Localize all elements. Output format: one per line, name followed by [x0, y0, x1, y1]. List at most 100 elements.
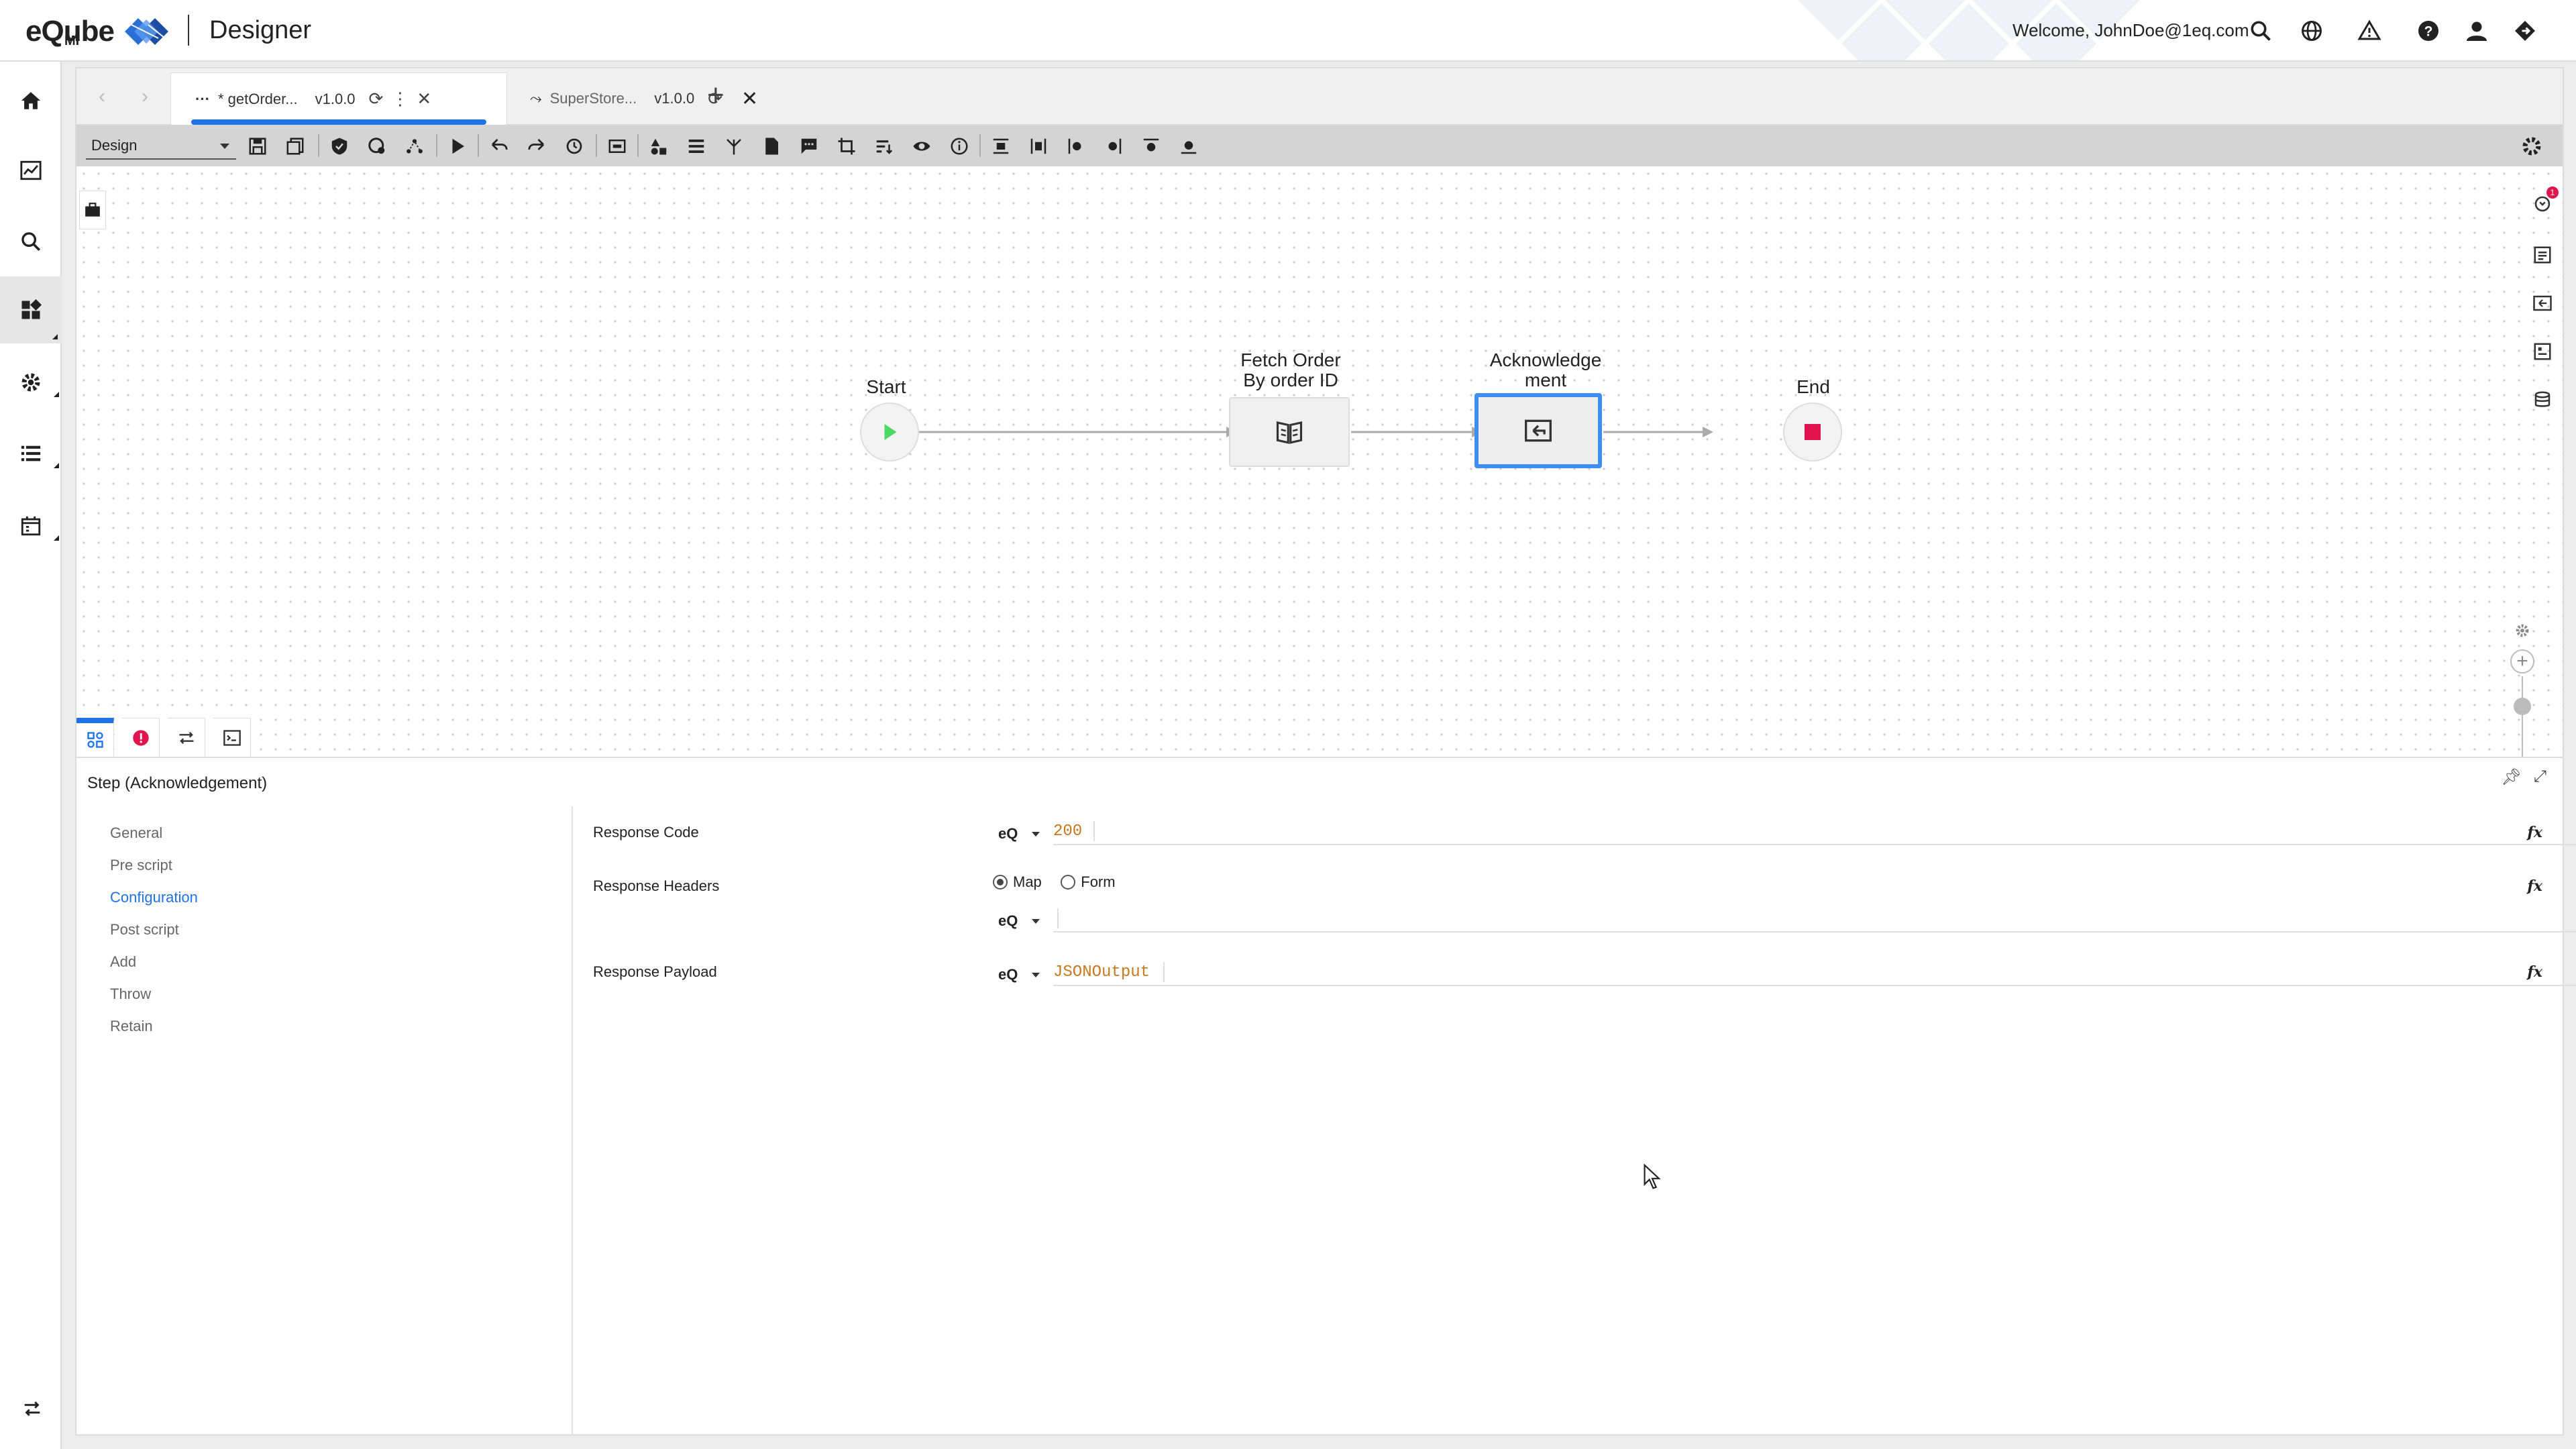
end-node[interactable] [1783, 402, 1842, 462]
close-tab-icon[interactable]: ✕ [417, 89, 431, 109]
align-top-icon[interactable] [1138, 133, 1165, 160]
nav-retain[interactable]: Retain [110, 1010, 198, 1042]
tab-forward-icon[interactable]: › [133, 85, 157, 109]
zoom-slider-handle[interactable] [2514, 698, 2531, 715]
align-left-icon[interactable] [1063, 133, 1089, 160]
search-icon[interactable] [2245, 15, 2277, 47]
response-code-fx-button[interactable]: fx [2527, 824, 2542, 841]
start-node[interactable] [860, 402, 919, 462]
nav-general[interactable]: General [110, 817, 198, 849]
response-headers-mode-select[interactable]: eQ [989, 907, 1042, 934]
align-bottom-icon[interactable] [1175, 133, 1202, 160]
add-tab-button[interactable]: + [707, 80, 724, 110]
deploy-icon[interactable] [364, 133, 390, 160]
map-radio[interactable]: Map [993, 873, 1042, 891]
filter-list-icon[interactable] [871, 133, 898, 160]
copy-icon[interactable] [282, 133, 309, 160]
welcome-text: Welcome, JohnDoe@1eq.com [2012, 20, 2249, 40]
undo-icon[interactable] [486, 133, 513, 160]
acknowledgement-node[interactable] [1474, 393, 1602, 468]
logo-mark-icon [124, 18, 168, 45]
language-icon[interactable] [2296, 15, 2328, 47]
nav-post-script[interactable]: Post script [110, 914, 198, 946]
zoom-in-button[interactable]: + [2510, 649, 2534, 674]
tab-getorder[interactable]: ··· * getOrder... v1.0.0 ⟳ ⋮ ✕ [170, 72, 507, 125]
frame-icon[interactable] [604, 133, 631, 160]
ack-node-label: Acknowledge ment [1489, 350, 1602, 390]
response-code-input[interactable]: 200 [1053, 817, 2576, 845]
search-nav-icon[interactable] [12, 223, 50, 260]
form-radio[interactable]: Form [1061, 873, 1116, 891]
home-icon[interactable] [12, 82, 50, 119]
help-icon[interactable]: ? [2412, 15, 2445, 47]
svg-text:?: ? [2424, 24, 2433, 40]
response-code-mode-select[interactable]: eQ [989, 820, 1042, 847]
tab-menu-dots-icon[interactable]: ··· [195, 91, 210, 108]
map-radio-label: Map [1013, 873, 1042, 890]
nav-add[interactable]: Add [110, 946, 198, 978]
align-right-icon[interactable] [1100, 133, 1127, 160]
designer-nav-icon[interactable] [0, 276, 62, 343]
nav-configuration[interactable]: Configuration [110, 881, 198, 914]
mode-select[interactable]: Design [86, 131, 236, 160]
header-divider [188, 15, 189, 46]
validate-icon[interactable] [326, 133, 353, 160]
errors-tab-icon[interactable] [122, 718, 160, 757]
redo-icon[interactable] [523, 133, 550, 160]
nav-pre-script[interactable]: Pre script [110, 849, 198, 881]
more-vert-icon[interactable]: ⋮ [391, 89, 409, 109]
run-icon[interactable] [444, 133, 471, 160]
nav-throw[interactable]: Throw [110, 978, 198, 1010]
comment-icon[interactable] [796, 133, 822, 160]
list-nav-icon[interactable] [12, 435, 59, 472]
app-logo[interactable]: eQube [25, 8, 178, 55]
recenter-icon[interactable] [2512, 620, 2533, 641]
document-icon[interactable] [758, 133, 785, 160]
response-headers-input[interactable] [1053, 904, 2576, 932]
save-icon[interactable] [244, 133, 271, 160]
console-tab-icon[interactable] [213, 718, 251, 757]
shapes-icon[interactable] [645, 133, 672, 160]
book-icon [1276, 421, 1303, 444]
refresh-icon[interactable]: ⟳ [369, 89, 384, 109]
fetch-order-node[interactable] [1229, 397, 1350, 467]
radio-unselected-icon [1061, 875, 1076, 890]
response-payload-mode-select[interactable]: eQ [989, 961, 1042, 987]
calendar-nav-icon[interactable] [12, 507, 59, 545]
properties-icon[interactable] [2529, 338, 2556, 365]
connect-icon[interactable] [401, 133, 428, 160]
close-tab-icon[interactable]: ✕ [741, 87, 758, 111]
response-headers-fx-button[interactable]: fx [2527, 877, 2542, 895]
response-payload-fx-button[interactable]: fx [2527, 963, 2542, 981]
user-icon[interactable] [2461, 15, 2493, 47]
branch-icon[interactable] [720, 133, 747, 160]
notifications-icon[interactable]: 1 [2529, 186, 2559, 217]
visibility-icon[interactable] [908, 133, 935, 160]
logout-icon[interactable] [2509, 15, 2541, 47]
details-icon[interactable] [2529, 241, 2556, 268]
expand-icon[interactable]: ⤢ [2534, 767, 2546, 787]
preview-icon[interactable] [2529, 290, 2556, 317]
info-icon[interactable] [946, 133, 973, 160]
panel-divider [572, 806, 573, 1436]
mapping-tab-icon[interactable] [168, 718, 205, 757]
align-middle-icon[interactable] [987, 133, 1014, 160]
flow-canvas[interactable]: Start Fetch Order By order ID Acknowledg… [76, 166, 2563, 871]
align-center-icon[interactable] [1025, 133, 1052, 160]
step-config-tab-icon[interactable] [76, 718, 114, 757]
history-icon[interactable] [561, 133, 588, 160]
tab-superstore[interactable]: ⤳ SuperStore... v1.0.0 ⟳ ✕ [530, 72, 771, 125]
switch-icon[interactable] [16, 1393, 48, 1425]
alert-icon[interactable] [2353, 15, 2385, 47]
input-caret [1093, 821, 1095, 841]
settings-nav-icon[interactable] [12, 364, 59, 401]
settings-icon[interactable] [2518, 133, 2545, 160]
tab-back-icon[interactable]: ‹ [90, 85, 114, 109]
response-payload-input[interactable]: JSONOutput [1053, 958, 2576, 986]
crop-icon[interactable] [833, 133, 860, 160]
analytics-icon[interactable] [12, 152, 50, 189]
layers-icon[interactable] [683, 133, 710, 160]
pin-icon[interactable]: 📌︎ [2501, 767, 2521, 787]
database-icon[interactable] [2529, 386, 2556, 413]
response-payload-label: Response Payload [593, 963, 717, 980]
